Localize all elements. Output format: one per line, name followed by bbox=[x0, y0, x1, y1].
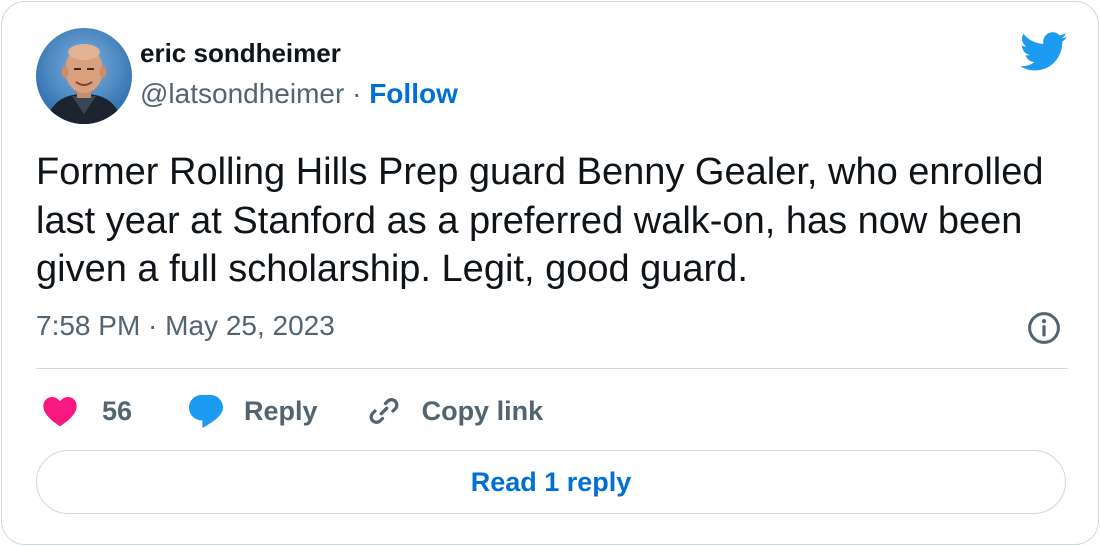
author-handle-row: @latsondheimer · Follow bbox=[140, 76, 458, 112]
read-reply-button[interactable]: Read 1 reply bbox=[36, 450, 1066, 514]
heart-icon bbox=[43, 397, 77, 427]
action-bar: 56 Reply Copy link bbox=[36, 388, 543, 434]
like-count: 56 bbox=[102, 395, 133, 426]
copy-link-button[interactable]: Copy link bbox=[366, 393, 544, 429]
reply-button[interactable]: Reply bbox=[186, 391, 318, 431]
tweet-text: Former Rolling Hills Prep guard Benny Ge… bbox=[36, 151, 1044, 290]
avatar-photo bbox=[36, 28, 132, 124]
link-icon bbox=[369, 398, 399, 424]
divider bbox=[36, 368, 1068, 369]
author-handle[interactable]: @latsondheimer bbox=[140, 78, 344, 109]
avatar[interactable] bbox=[36, 28, 132, 124]
speech-bubble-icon bbox=[189, 394, 224, 428]
twitter-bird-icon[interactable] bbox=[1020, 32, 1068, 72]
reply-label: Reply bbox=[244, 395, 318, 426]
copy-link-label: Copy link bbox=[421, 395, 544, 426]
separator-dot: · bbox=[352, 78, 362, 109]
tweet-card: eric sondheimer @latsondheimer · Follow … bbox=[1, 1, 1099, 545]
follow-button[interactable]: Follow bbox=[369, 78, 458, 109]
tweet-timestamp[interactable]: 7:58 PM · May 25, 2023 bbox=[36, 308, 335, 344]
info-icon[interactable] bbox=[1026, 310, 1062, 346]
author-name[interactable]: eric sondheimer bbox=[140, 36, 341, 70]
like-button[interactable]: 56 bbox=[36, 391, 132, 431]
